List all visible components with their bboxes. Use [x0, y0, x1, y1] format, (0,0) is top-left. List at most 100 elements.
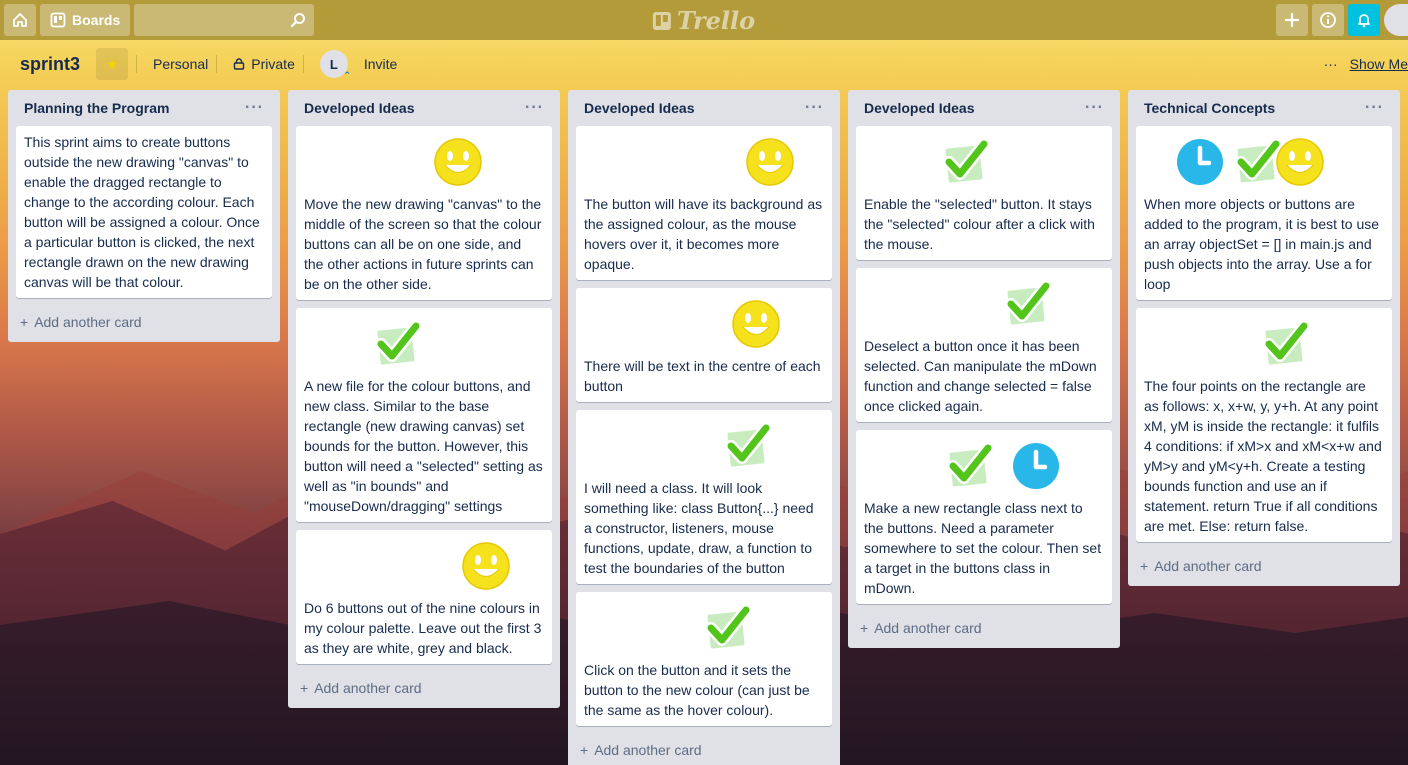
card-stickers — [584, 294, 824, 356]
more-icon: ··· — [1323, 56, 1338, 72]
show-menu-label: Show Me — [1349, 56, 1408, 72]
card-stickers — [1144, 314, 1384, 376]
list-menu-icon[interactable]: ··· — [245, 99, 264, 117]
boards-button[interactable]: Boards — [40, 4, 131, 36]
create-button[interactable] — [1276, 4, 1308, 36]
card[interactable]: Enable the "selected" button. It stays t… — [856, 126, 1112, 260]
list-title[interactable]: Technical Concepts — [1144, 100, 1275, 116]
visibility-button[interactable]: Private — [233, 56, 295, 72]
clock-sticker-icon — [1008, 438, 1064, 494]
add-card-label: Add another card — [314, 680, 422, 696]
visibility-label: Private — [251, 56, 295, 72]
smiley-sticker-icon — [742, 134, 798, 190]
card[interactable]: This sprint aims to create buttons outsi… — [16, 126, 272, 298]
card-text: Make a new rectangle class next to the b… — [864, 500, 1102, 596]
search-input[interactable] — [134, 4, 315, 36]
card-text: Enable the "selected" button. It stays t… — [864, 196, 1095, 252]
list-header[interactable]: Technical Concepts ··· — [1136, 90, 1392, 126]
card-text: Click on the button and it sets the butt… — [584, 662, 810, 718]
admin-chevron-icon: ⌃ — [343, 70, 351, 80]
card-text: Deselect a button once it has been selec… — [864, 338, 1097, 414]
list-header[interactable]: Developed Ideas ··· — [856, 90, 1112, 126]
card-stickers — [304, 314, 544, 376]
card-stickers — [584, 132, 824, 194]
card[interactable]: When more objects or buttons are added t… — [1136, 126, 1392, 300]
info-icon — [1320, 12, 1336, 28]
list-title[interactable]: Developed Ideas — [864, 100, 975, 116]
add-card-label: Add another card — [594, 742, 702, 758]
member-initial: L — [329, 56, 338, 72]
boards-label: Boards — [72, 12, 121, 28]
add-card-button[interactable]: + Add another card — [856, 612, 1112, 640]
notifications-button[interactable] — [1348, 4, 1380, 36]
member-avatar[interactable]: L ⌃ — [319, 50, 351, 80]
list-title[interactable]: Planning the Program — [24, 100, 169, 116]
plus-icon: + — [860, 620, 869, 636]
list-header[interactable]: Developed Ideas ··· — [296, 90, 552, 126]
add-card-button[interactable]: + Add another card — [296, 672, 552, 700]
card-stickers — [864, 436, 1104, 498]
card-stickers — [1144, 132, 1384, 194]
search-box[interactable] — [134, 4, 315, 36]
check-sticker-icon — [1256, 316, 1312, 372]
home-button[interactable] — [4, 4, 36, 36]
list-menu-icon[interactable]: ··· — [805, 99, 824, 117]
card-text: The button will have its background as t… — [584, 196, 823, 272]
card[interactable]: The four points on the rectangle are as … — [1136, 308, 1392, 542]
card[interactable]: The button will have its background as t… — [576, 126, 832, 280]
invite-button[interactable]: Invite — [364, 56, 397, 72]
check-sticker-icon — [718, 418, 774, 474]
list-header[interactable]: Developed Ideas ··· — [576, 90, 832, 126]
list-menu-icon[interactable]: ··· — [525, 99, 544, 117]
list: Developed Ideas ··· Move the new drawing… — [288, 90, 560, 708]
plus-icon: + — [300, 680, 309, 696]
list-title[interactable]: Developed Ideas — [304, 100, 415, 116]
header-divider — [302, 55, 304, 73]
card-text: The four points on the rectangle are as … — [1144, 378, 1382, 534]
top-navigation-bar: Boards Trello — [0, 0, 1408, 40]
user-avatar[interactable] — [1384, 4, 1408, 36]
plus-icon — [1284, 12, 1300, 28]
add-card-button[interactable]: + Add another card — [576, 734, 832, 762]
card[interactable]: Make a new rectangle class next to the b… — [856, 430, 1112, 604]
check-sticker-icon — [698, 600, 754, 656]
trello-logo[interactable]: Trello — [652, 6, 756, 35]
star-board-button[interactable]: ★ — [96, 48, 129, 80]
list-menu-icon[interactable]: ··· — [1365, 99, 1384, 117]
card-stickers — [304, 132, 544, 194]
show-menu-button[interactable]: ··· Show Me — [1324, 56, 1408, 72]
card[interactable]: Deselect a button once it has been selec… — [856, 268, 1112, 422]
card[interactable]: Click on the button and it sets the butt… — [576, 592, 832, 726]
search-icon[interactable] — [290, 12, 306, 28]
check-sticker-icon — [998, 276, 1054, 332]
board-title[interactable]: sprint3 — [20, 54, 80, 75]
home-icon — [13, 13, 27, 27]
list: Developed Ideas ··· Enable the "selected… — [848, 90, 1120, 648]
add-card-label: Add another card — [874, 620, 982, 636]
list: Developed Ideas ··· The button will have… — [568, 90, 840, 765]
list-title[interactable]: Developed Ideas — [584, 100, 695, 116]
card[interactable]: Move the new drawing "canvas" to the mid… — [296, 126, 552, 300]
list: Planning the Program ··· This sprint aim… — [8, 90, 280, 342]
topbar-right-actions — [1276, 4, 1408, 36]
add-card-label: Add another card — [34, 314, 142, 330]
list-menu-icon[interactable]: ··· — [1085, 99, 1104, 117]
card-stickers — [304, 536, 544, 598]
card-text: There will be text in the centre of each… — [584, 358, 821, 394]
plus-icon: + — [580, 742, 589, 758]
check-sticker-icon — [936, 134, 992, 190]
card[interactable]: Do 6 buttons out of the nine colours in … — [296, 530, 552, 664]
check-sticker-icon — [940, 438, 996, 494]
card[interactable]: A new file for the colour buttons, and n… — [296, 308, 552, 522]
info-button[interactable] — [1312, 4, 1344, 36]
trello-logo-icon — [652, 11, 671, 30]
list-header[interactable]: Planning the Program ··· — [16, 90, 272, 126]
card-stickers — [584, 416, 824, 478]
plus-icon: + — [1140, 558, 1149, 574]
add-card-button[interactable]: + Add another card — [16, 306, 272, 334]
card[interactable]: I will need a class. It will look someth… — [576, 410, 832, 584]
card[interactable]: There will be text in the centre of each… — [576, 288, 832, 402]
logo-text: Trello — [676, 6, 756, 35]
add-card-button[interactable]: + Add another card — [1136, 550, 1392, 578]
team-button[interactable]: Personal — [153, 56, 208, 72]
